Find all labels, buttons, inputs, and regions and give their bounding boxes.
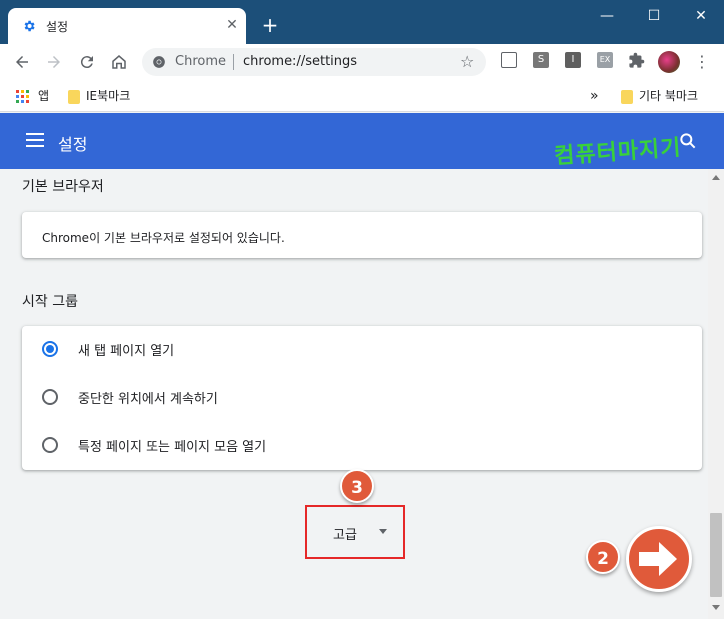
default-browser-status: Chrome이 기본 브라우저로 설정되어 있습니다. [42, 231, 285, 245]
extension-i-icon[interactable]: I [565, 52, 581, 68]
page-title: 설정 [58, 135, 88, 154]
folder-icon [621, 89, 633, 104]
section-title-default-browser: 기본 브라우저 [22, 179, 104, 195]
gear-icon [24, 20, 35, 32]
next-arrow-icon [626, 526, 692, 592]
extension-ex-icon[interactable]: EX [597, 52, 613, 68]
bookmark-other-label: 기타 북마크 [639, 89, 699, 103]
close-window-button[interactable]: ✕ [688, 6, 714, 26]
home-icon [112, 55, 126, 69]
startup-option-label: 특정 페이지 또는 페이지 모음 열기 [78, 440, 267, 455]
startup-option-continue[interactable]: 중단한 위치에서 계속하기 [22, 374, 702, 422]
menu-icon[interactable]: ⋮ [694, 51, 710, 73]
chrome-logo-icon [153, 56, 165, 68]
radio-unchecked-icon[interactable] [42, 437, 58, 453]
omnibox-divider [233, 54, 234, 70]
maximize-button[interactable]: ☐ [641, 6, 667, 26]
startup-card: 새 탭 페이지 열기 중단한 위치에서 계속하기 특정 페이지 또는 페이지 모… [22, 326, 702, 470]
reload-button[interactable] [75, 50, 99, 74]
bookmark-folder-ie[interactable]: IE북마크 [68, 86, 130, 106]
startup-option-specific-pages[interactable]: 특정 페이지 또는 페이지 모음 열기 [22, 422, 702, 470]
bookmark-star-icon[interactable]: ☆ [460, 52, 474, 71]
site-label: Chrome [175, 54, 226, 69]
url-text: chrome://settings [243, 54, 358, 69]
apps-grid-icon [16, 89, 29, 103]
radio-checked-icon[interactable] [42, 341, 58, 357]
forward-button[interactable] [42, 50, 66, 74]
tab-settings[interactable]: 설정 ✕ [8, 8, 246, 44]
minimize-button[interactable]: — [594, 6, 620, 26]
address-bar[interactable]: Chrome chrome://settings ☆ [142, 48, 486, 76]
close-icon[interactable]: ✕ [224, 17, 240, 33]
settings-content: 기본 브라우저 Chrome이 기본 브라우저로 설정되어 있습니다. 시작 그… [0, 169, 708, 619]
scroll-thumb[interactable] [710, 513, 722, 597]
bookmark-folder-other[interactable]: 기타 북마크 [621, 86, 698, 106]
bookmark-apps[interactable]: 앱 [16, 86, 49, 106]
avatar[interactable] [658, 51, 680, 73]
new-tab-button[interactable]: + [259, 14, 281, 36]
title-bar: 설정 ✕ + — ☐ ✕ [0, 0, 724, 44]
bookmark-apps-label: 앱 [38, 89, 50, 103]
scroll-down-icon[interactable] [712, 605, 720, 610]
section-title-startup: 시작 그룹 [22, 294, 78, 310]
dropdown-arrow-icon [379, 529, 387, 534]
bookmarks-bar: 앱 IE북마크 » 기타 북마크 [0, 80, 724, 112]
back-button[interactable] [10, 50, 34, 74]
step-3-badge: 3 [340, 469, 374, 503]
scroll-up-icon[interactable] [712, 175, 720, 180]
extension-s-icon[interactable]: S [533, 52, 549, 68]
startup-option-label: 새 탭 페이지 열기 [78, 344, 175, 359]
toolbar: Chrome chrome://settings ☆ [0, 44, 724, 80]
reload-icon [80, 56, 93, 69]
tab-title: 설정 [46, 20, 69, 34]
scrollbar[interactable] [708, 169, 724, 619]
arrow-right-icon [48, 56, 60, 68]
puzzle-icon[interactable] [628, 52, 645, 69]
bookmarks-overflow-button[interactable]: » [590, 86, 599, 106]
hamburger-menu-icon[interactable] [26, 133, 44, 147]
radio-unchecked-icon[interactable] [42, 389, 58, 405]
screen-extension-icon[interactable] [501, 52, 517, 68]
folder-icon [68, 89, 80, 104]
bookmark-ie-label: IE북마크 [86, 89, 131, 103]
step-2-badge: 2 [586, 540, 620, 574]
arrow-right-icon [639, 542, 677, 576]
default-browser-card: Chrome이 기본 브라우저로 설정되어 있습니다. [22, 212, 702, 258]
advanced-label: 고급 [333, 528, 357, 543]
home-button[interactable] [107, 50, 131, 74]
arrow-left-icon [16, 56, 28, 68]
advanced-button[interactable]: 고급 [305, 505, 405, 559]
startup-option-new-tab[interactable]: 새 탭 페이지 열기 [22, 326, 702, 374]
startup-option-label: 중단한 위치에서 계속하기 [78, 392, 218, 407]
